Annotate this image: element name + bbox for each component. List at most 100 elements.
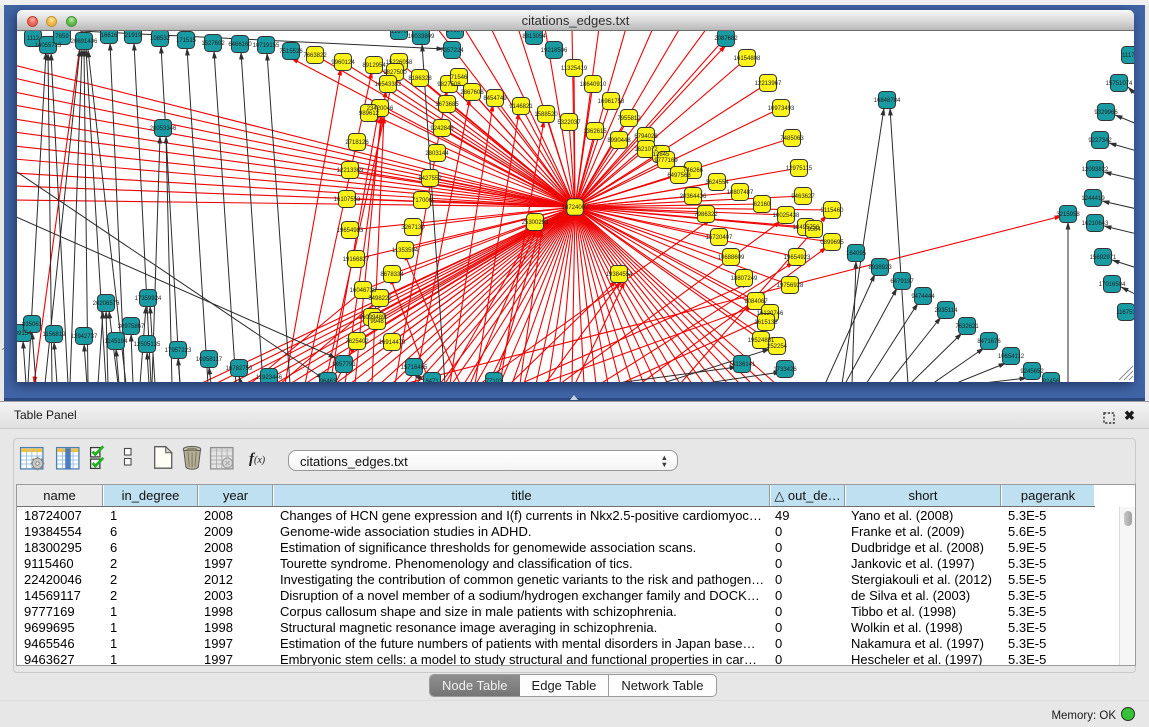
svg-text:14055713: 14055713: [35, 43, 62, 49]
svg-text:1156819: 1156819: [43, 332, 67, 338]
svg-text:7357224: 7357224: [440, 48, 464, 54]
svg-text:9227342: 9227342: [1088, 138, 1112, 144]
svg-text:20206576: 20206576: [93, 301, 120, 307]
svg-text:0899695: 0899695: [820, 240, 844, 246]
svg-text:12505135: 12505135: [134, 342, 161, 348]
svg-text:1362615: 1362615: [583, 129, 607, 135]
svg-text:11170: 11170: [1122, 53, 1134, 59]
svg-text:8912954: 8912954: [362, 63, 386, 69]
svg-text:717006: 717006: [412, 198, 433, 204]
svg-text:18724007: 18724007: [562, 205, 589, 211]
svg-text:15716485: 15716485: [401, 365, 428, 371]
svg-text:10719155: 10719155: [253, 43, 280, 49]
svg-text:20053346: 20053346: [150, 126, 177, 132]
svg-text:15692971: 15692971: [1090, 255, 1117, 261]
svg-text:1112: 1112: [27, 36, 40, 42]
svg-text:8186328: 8186328: [408, 76, 432, 82]
svg-text:2935114: 2935114: [935, 308, 959, 314]
svg-text:16046738: 16046738: [350, 288, 377, 294]
svg-text:21919: 21919: [125, 33, 142, 39]
svg-text:10688609: 10688609: [718, 255, 745, 261]
svg-text:9948: 9948: [370, 319, 384, 325]
svg-text:835061: 835061: [22, 322, 43, 328]
svg-text:16848784: 16848784: [874, 98, 901, 104]
svg-text:10807487: 10807487: [727, 190, 754, 196]
svg-text:19756928: 19756928: [777, 283, 804, 289]
svg-text:7955812: 7955812: [617, 116, 641, 122]
svg-text:19384554: 19384554: [606, 272, 633, 278]
svg-text:19654923: 19654923: [784, 255, 811, 261]
svg-text:18640910: 18640910: [580, 82, 607, 88]
svg-text:19654983: 19654983: [337, 228, 364, 234]
svg-text:6466160: 6466160: [228, 42, 252, 48]
svg-text:12213967: 12213967: [755, 81, 782, 87]
svg-text:7515526: 7515526: [279, 49, 303, 55]
svg-text:2087682: 2087682: [714, 36, 738, 42]
svg-text:7986322: 7986322: [694, 212, 718, 218]
svg-text:16616: 16616: [101, 33, 118, 39]
svg-text:30975867: 30975867: [118, 324, 145, 330]
svg-text:2867608: 2867608: [460, 90, 484, 96]
svg-text:12975115: 12975115: [786, 166, 813, 172]
svg-text:8813054: 8813054: [522, 34, 546, 40]
svg-text:16782759: 16782759: [226, 366, 253, 372]
svg-text:16210643: 16210643: [1082, 221, 1109, 227]
svg-text:9115460: 9115460: [821, 208, 845, 214]
svg-text:3673685: 3673685: [435, 102, 459, 108]
svg-text:16543382: 16543382: [375, 82, 402, 88]
svg-text:11353594: 11353594: [392, 248, 419, 254]
svg-text:10958117: 10958117: [196, 357, 223, 363]
svg-text:10033809: 10033809: [408, 34, 435, 40]
svg-text:6794028: 6794028: [634, 134, 658, 140]
svg-text:12093822: 12093822: [1082, 167, 1109, 173]
svg-text:9960124: 9960124: [331, 60, 355, 66]
svg-text:5322037: 5322037: [557, 120, 581, 126]
svg-text:164095: 164095: [846, 251, 867, 257]
svg-text:18807249: 18807249: [731, 276, 758, 282]
svg-text:7663822: 7663822: [303, 53, 327, 59]
svg-text:8454749: 8454749: [483, 96, 507, 102]
svg-text:7625402: 7625402: [345, 339, 369, 345]
svg-text:17957223: 17957223: [165, 348, 192, 354]
svg-text:9657791: 9657791: [332, 362, 356, 368]
svg-text:6479197: 6479197: [890, 279, 914, 285]
svg-text:16154808: 16154808: [734, 56, 761, 62]
svg-text:25300293: 25300293: [522, 220, 549, 226]
svg-text:11325419: 11325419: [561, 66, 588, 72]
svg-text:7485063: 7485063: [780, 136, 804, 142]
svg-text:1588520: 1588520: [534, 112, 558, 118]
svg-text:20364436: 20364436: [680, 194, 707, 200]
svg-text:20657: 20657: [447, 31, 464, 34]
svg-text:10025438: 10025438: [773, 213, 800, 219]
svg-text:19166827: 19166827: [343, 257, 370, 263]
svg-text:15226058: 15226058: [386, 60, 413, 66]
svg-text:16961758: 16961758: [598, 99, 625, 105]
svg-text:171515: 171515: [176, 38, 197, 44]
svg-text:9564: 9564: [807, 227, 821, 233]
svg-text:3215958: 3215958: [1056, 212, 1080, 218]
svg-text:1733426: 1733426: [773, 367, 797, 373]
svg-text:8471676: 8471676: [977, 339, 1001, 345]
svg-text:9242848: 9242848: [430, 126, 454, 132]
svg-text:14136141: 14136141: [729, 362, 756, 368]
svg-text:39154: 39154: [17, 331, 32, 337]
svg-text:19218506: 19218506: [541, 48, 568, 54]
svg-text:16107553: 16107553: [334, 197, 361, 203]
svg-text:10654112: 10654112: [998, 354, 1025, 360]
svg-text:1145194: 1145194: [105, 339, 129, 345]
svg-text:3267130: 3267130: [401, 225, 425, 231]
svg-text:77103: 77103: [486, 379, 503, 382]
svg-text:11670: 11670: [391, 31, 408, 35]
svg-text:10973493: 10973493: [768, 106, 795, 112]
svg-text:8427552: 8427552: [418, 176, 442, 182]
svg-text:16120746: 16120746: [757, 311, 784, 317]
svg-text:6497568: 6497568: [667, 173, 691, 179]
svg-text:3624554: 3624554: [705, 180, 729, 186]
svg-text:62160: 62160: [754, 202, 771, 208]
svg-text:8938923: 8938923: [868, 265, 892, 271]
svg-text:15751074: 15751074: [1106, 81, 1133, 87]
svg-text:252254: 252254: [767, 344, 788, 350]
svg-text:15720407: 15720407: [706, 235, 733, 241]
svg-text:7632621: 7632621: [955, 324, 979, 330]
svg-text:3498222: 3498222: [368, 296, 392, 302]
